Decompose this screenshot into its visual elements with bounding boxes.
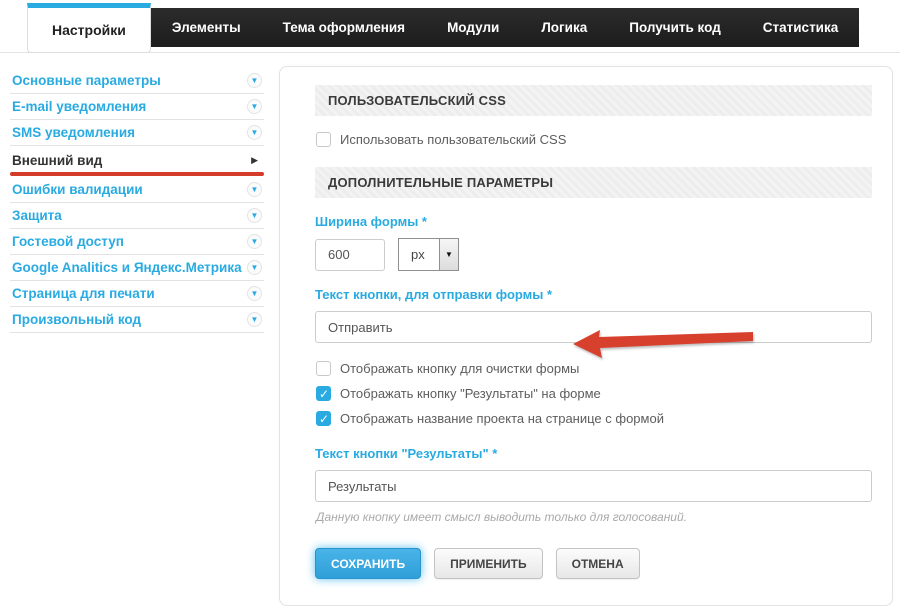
checkbox-show-results-button[interactable]: Отображать кнопку "Результаты" на форме bbox=[315, 382, 872, 405]
form-width-input[interactable] bbox=[315, 239, 385, 271]
sidebar-item-email-notifications[interactable]: E-mail уведомления ▼ bbox=[10, 94, 264, 120]
chevron-down-icon[interactable]: ▼ bbox=[247, 125, 262, 140]
section-header-additional-params: ДОПОЛНИТЕЛЬНЫЕ ПАРАМЕТРЫ bbox=[315, 167, 872, 198]
cancel-button[interactable]: ОТМЕНА bbox=[556, 548, 640, 579]
chevron-down-icon[interactable]: ▼ bbox=[247, 99, 262, 114]
form-width-unit-select[interactable]: px ▼ bbox=[398, 238, 459, 271]
chevron-right-icon: ▶ bbox=[251, 156, 258, 165]
checkbox-show-project-name[interactable]: Отображать название проекта на странице … bbox=[315, 407, 872, 430]
sidebar-item-guest-access[interactable]: Гостевой доступ ▼ bbox=[10, 229, 264, 255]
chevron-down-icon[interactable]: ▼ bbox=[247, 234, 262, 249]
chevron-down-icon[interactable]: ▼ bbox=[247, 312, 262, 327]
sidebar-item-protection[interactable]: Защита ▼ bbox=[10, 203, 264, 229]
results-button-hint: Данную кнопку имеет смысл выводить тольк… bbox=[316, 510, 871, 524]
checkbox-label: Отображать название проекта на странице … bbox=[340, 411, 664, 426]
checkbox-label: Отображать кнопку "Результаты" на форме bbox=[340, 386, 601, 401]
checkbox-label: Использовать пользовательский CSS bbox=[340, 132, 566, 147]
top-tab-strip: Настройки Элементы Тема оформления Модул… bbox=[0, 0, 900, 54]
tab-statistics[interactable]: Статистика bbox=[742, 8, 859, 47]
results-button-text-input[interactable] bbox=[315, 470, 872, 502]
sidebar-item-label: Страница для печати bbox=[12, 286, 155, 301]
checkbox-icon[interactable] bbox=[316, 361, 331, 376]
results-button-text-label: Текст кнопки "Результаты" * bbox=[315, 446, 872, 461]
section-header-custom-css: ПОЛЬЗОВАТЕЛЬСКИЙ CSS bbox=[315, 85, 872, 116]
save-button[interactable]: СОХРАНИТЬ bbox=[315, 548, 421, 579]
tab-theme[interactable]: Тема оформления bbox=[262, 8, 426, 47]
sidebar-item-label: Ошибки валидации bbox=[12, 182, 143, 197]
checkbox-icon[interactable] bbox=[316, 411, 331, 426]
apply-button[interactable]: ПРИМЕНИТЬ bbox=[434, 548, 543, 579]
sidebar-item-appearance[interactable]: Внешний вид ▶ bbox=[10, 146, 264, 172]
checkbox-label: Отображать кнопку для очистки формы bbox=[340, 361, 579, 376]
sidebar-item-label: Гостевой доступ bbox=[12, 234, 124, 249]
sidebar-item-analytics[interactable]: Google Analitics и Яндекс.Метрика ▼ bbox=[10, 255, 264, 281]
sidebar-item-label: Google Analitics и Яндекс.Метрика bbox=[12, 260, 242, 275]
tab-modules[interactable]: Модули bbox=[426, 8, 520, 47]
checkbox-icon[interactable] bbox=[316, 132, 331, 147]
chevron-down-icon[interactable]: ▼ bbox=[247, 208, 262, 223]
settings-sidebar: Основные параметры ▼ E-mail уведомления … bbox=[10, 68, 264, 333]
main-navigation: Элементы Тема оформления Модули Логика П… bbox=[151, 8, 859, 47]
chevron-down-icon[interactable]: ▼ bbox=[247, 260, 262, 275]
selected-unit: px bbox=[399, 239, 439, 270]
chevron-down-icon[interactable]: ▼ bbox=[247, 73, 262, 88]
sidebar-item-label: Основные параметры bbox=[12, 73, 161, 88]
chevron-down-icon[interactable]: ▼ bbox=[247, 286, 262, 301]
sidebar-item-validation-errors[interactable]: Ошибки валидации ▼ bbox=[10, 177, 264, 203]
sidebar-item-label: Внешний вид bbox=[12, 153, 102, 168]
sidebar-item-custom-code[interactable]: Произвольный код ▼ bbox=[10, 307, 264, 333]
sidebar-item-print-page[interactable]: Страница для печати ▼ bbox=[10, 281, 264, 307]
submit-button-text-input[interactable] bbox=[315, 311, 872, 343]
tab-elements[interactable]: Элементы bbox=[151, 8, 262, 47]
tab-get-code[interactable]: Получить код bbox=[608, 8, 742, 47]
active-item-underline bbox=[10, 172, 264, 176]
tab-logic[interactable]: Логика bbox=[520, 8, 608, 47]
sidebar-item-label: Произвольный код bbox=[12, 312, 141, 327]
submit-button-text-label: Текст кнопки, для отправки формы * bbox=[315, 287, 872, 302]
sidebar-item-main-params[interactable]: Основные параметры ▼ bbox=[10, 68, 264, 94]
checkbox-use-custom-css[interactable]: Использовать пользовательский CSS bbox=[315, 128, 872, 151]
settings-panel: ПОЛЬЗОВАТЕЛЬСКИЙ CSS Использовать пользо… bbox=[279, 66, 893, 606]
checkbox-icon[interactable] bbox=[316, 386, 331, 401]
tab-settings[interactable]: Настройки bbox=[27, 3, 151, 53]
select-dropdown-icon[interactable]: ▼ bbox=[439, 239, 458, 270]
sidebar-item-label: SMS уведомления bbox=[12, 125, 135, 140]
form-width-label: Ширина формы * bbox=[315, 214, 872, 229]
sidebar-item-label: Защита bbox=[12, 208, 62, 223]
chevron-down-icon[interactable]: ▼ bbox=[247, 182, 262, 197]
sidebar-item-sms-notifications[interactable]: SMS уведомления ▼ bbox=[10, 120, 264, 146]
checkbox-show-clear-button[interactable]: Отображать кнопку для очистки формы bbox=[315, 357, 872, 380]
sidebar-item-label: E-mail уведомления bbox=[12, 99, 146, 114]
